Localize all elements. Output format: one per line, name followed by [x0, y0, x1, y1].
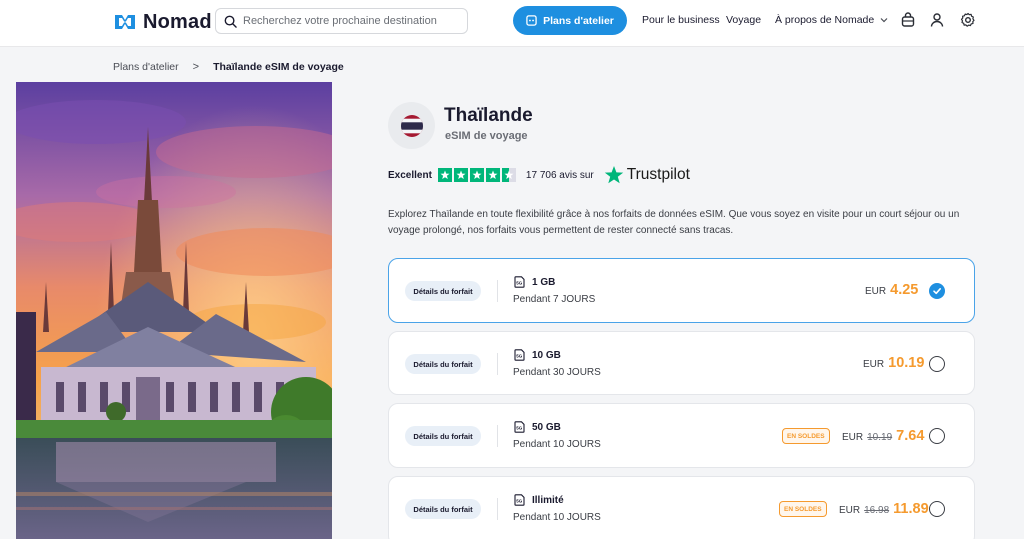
- plan-price: EUR 4.25: [865, 282, 918, 298]
- plan-price: EUR 10.19 7.64: [842, 428, 924, 444]
- logo-text: Nomad: [143, 10, 212, 33]
- plan-duration: Pendant 30 JOURS: [513, 367, 601, 378]
- price-currency: EUR: [865, 286, 887, 297]
- nav-travel[interactable]: Voyage: [726, 14, 761, 26]
- star-icon: [453, 168, 468, 182]
- user-icon[interactable]: [929, 12, 945, 28]
- plan-data: 5G 10 GB: [514, 349, 561, 361]
- svg-text:5G: 5G: [516, 425, 523, 430]
- plan-radio[interactable]: [929, 501, 945, 517]
- price-currency: EUR: [842, 432, 864, 443]
- country-title: Thaïlande: [444, 105, 533, 126]
- plan-duration: Pendant 7 JOURS: [513, 294, 596, 305]
- plan-data: 5G 50 GB: [514, 421, 561, 433]
- plan-data: 5G Illimité: [514, 494, 564, 506]
- breadcrumb: Plans d'atelier > Thaïlande eSIM de voya…: [113, 61, 344, 73]
- trustpilot-rating[interactable]: Excellent 17 706 avis sur Trustpilot: [388, 165, 690, 185]
- plan-price: EUR 10.19: [863, 355, 924, 371]
- plan-radio[interactable]: [929, 428, 945, 444]
- plan-card-1gb[interactable]: Détails du forfait 5G 1 GB Pendant 7 JOU…: [388, 258, 975, 323]
- price-currency: EUR: [863, 359, 885, 370]
- sim-5g-icon: 5G: [514, 276, 525, 288]
- sim-5g-icon: 5G: [514, 421, 525, 433]
- country-subtitle: eSIM de voyage: [445, 130, 528, 142]
- breadcrumb-separator: >: [192, 61, 200, 73]
- plan-details-button[interactable]: Détails du forfait: [405, 499, 481, 519]
- price-currency: EUR: [839, 505, 861, 516]
- svg-text:5G: 5G: [516, 353, 523, 358]
- search-bar[interactable]: [215, 8, 468, 34]
- divider: [497, 353, 498, 375]
- plans-icon: [526, 15, 537, 26]
- price-amount: 10.19: [888, 355, 925, 371]
- sale-badge: EN SOLDES: [779, 501, 827, 517]
- search-input[interactable]: [243, 15, 458, 27]
- plan-data-amount: 1 GB: [532, 276, 556, 288]
- divider: [497, 498, 498, 520]
- nav-about[interactable]: À propos de Nomade: [775, 14, 888, 26]
- sim-5g-icon: 5G: [514, 349, 525, 361]
- plan-radio-selected[interactable]: [929, 283, 945, 299]
- plan-duration: Pendant 10 JOURS: [513, 439, 601, 450]
- check-icon: [933, 288, 941, 295]
- plan-data: 5G 1 GB: [514, 276, 555, 288]
- rating-stars: [437, 168, 516, 182]
- plan-data-amount: 50 GB: [532, 421, 561, 433]
- price-amount: 4.25: [890, 282, 919, 298]
- star-icon: [485, 168, 500, 182]
- plan-price: EUR 16.98 11.89: [839, 501, 929, 517]
- trustpilot-brand: Trustpilot: [626, 166, 690, 183]
- plan-card-unlimited[interactable]: Détails du forfait 5G Illimité Pendant 1…: [388, 476, 975, 539]
- trustpilot-logo[interactable]: Trustpilot: [604, 165, 690, 185]
- plan-card-50gb[interactable]: Détails du forfait 5G 50 GB Pendant 10 J…: [388, 403, 975, 468]
- nomad-logo-icon: [115, 15, 135, 29]
- rating-label: Excellent: [388, 169, 432, 181]
- plan-data-amount: Illimité: [532, 494, 564, 506]
- price-amount: 11.89: [893, 501, 929, 517]
- nomad-logo[interactable]: Nomad: [113, 10, 212, 34]
- divider: [497, 280, 498, 302]
- plan-radio[interactable]: [929, 356, 945, 372]
- gear-icon[interactable]: [960, 12, 976, 28]
- country-flag-badge: [388, 102, 435, 149]
- old-price: 16.98: [864, 505, 890, 516]
- nav-business[interactable]: Pour le business: [642, 14, 720, 26]
- star-icon: [437, 168, 452, 182]
- chevron-down-icon: [880, 18, 888, 23]
- breadcrumb-current: Thaïlande eSIM de voyage: [213, 61, 344, 73]
- plan-card-10gb[interactable]: Détails du forfait 5G 10 GB Pendant 30 J…: [388, 331, 975, 395]
- half-star-icon: [501, 168, 516, 182]
- plan-details-button[interactable]: Détails du forfait: [405, 354, 481, 374]
- breadcrumb-parent[interactable]: Plans d'atelier: [113, 61, 179, 73]
- sale-badge: EN SOLDES: [782, 428, 830, 444]
- reviews-count: 17 706 avis sur: [525, 169, 594, 181]
- nav-about-label: À propos de Nomade: [775, 14, 875, 26]
- thailand-flag-icon: [400, 114, 423, 137]
- search-icon: [224, 15, 237, 28]
- plan-data-amount: 10 GB: [532, 349, 561, 361]
- plan-duration: Pendant 10 JOURS: [513, 512, 601, 523]
- sim-5g-icon: 5G: [514, 494, 525, 506]
- trustpilot-star-icon: [604, 166, 623, 184]
- old-price: 10.19: [867, 432, 893, 443]
- destination-description: Explorez Thaïlande en toute flexibilité …: [388, 209, 960, 236]
- top-header: Nomad Plans d'atelier Pour le business V…: [0, 0, 1024, 47]
- divider: [497, 425, 498, 447]
- plans-button[interactable]: Plans d'atelier: [513, 6, 627, 35]
- plan-details-button[interactable]: Détails du forfait: [405, 281, 481, 301]
- bag-icon[interactable]: [900, 12, 916, 28]
- plan-details-button[interactable]: Détails du forfait: [405, 426, 481, 446]
- star-icon: [469, 168, 484, 182]
- destination-image: [16, 82, 332, 539]
- plans-button-label: Plans d'atelier: [543, 14, 614, 27]
- temple-sunset-image: [16, 82, 332, 539]
- svg-text:5G: 5G: [516, 280, 523, 285]
- svg-text:5G: 5G: [516, 498, 523, 503]
- price-amount: 7.64: [896, 428, 925, 444]
